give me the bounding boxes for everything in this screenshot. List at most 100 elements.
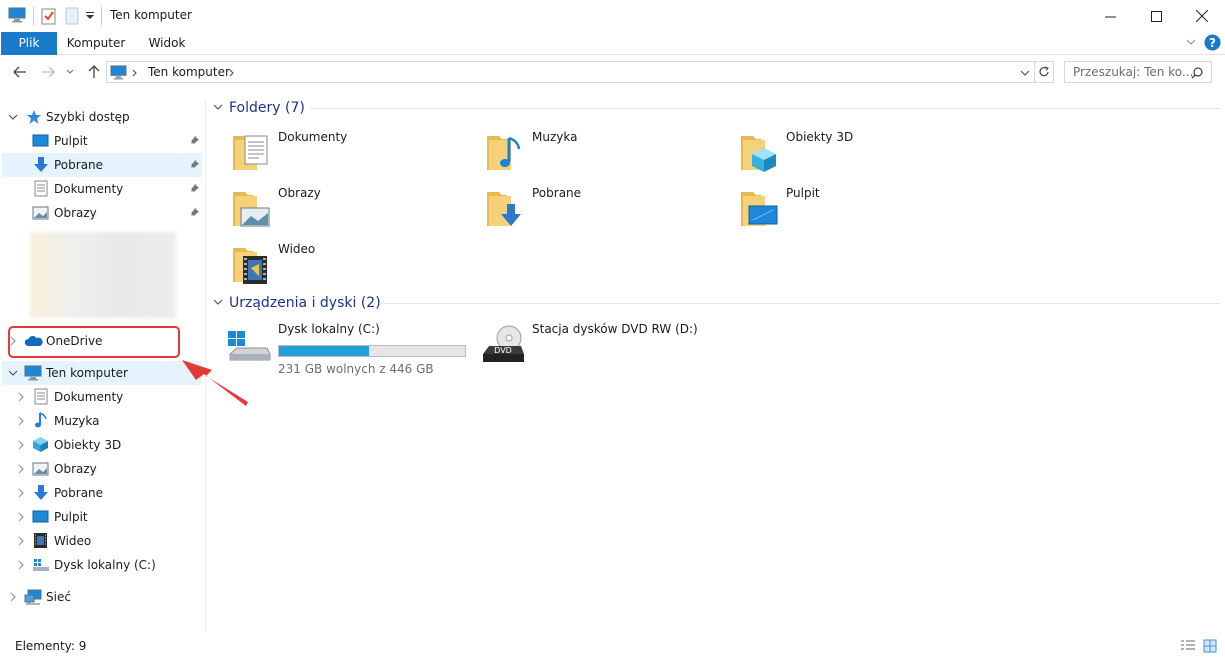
picture-icon: [32, 206, 49, 220]
windows-drive-icon: [228, 331, 271, 361]
navigation-bar: Ten komputer Przeszukaj: Ten ko...: [0, 59, 1225, 85]
drive-usage-fill: [279, 346, 369, 356]
chevron-down-icon[interactable]: [213, 104, 223, 112]
chevron-right-icon[interactable]: [16, 464, 26, 474]
star-icon: [27, 110, 41, 124]
address-bar[interactable]: Ten komputer: [106, 61, 1035, 83]
download-icon: [34, 485, 48, 500]
folder-3d-objects[interactable]: Obiekty 3D: [715, 126, 965, 176]
status-bar: Elementy: 9: [0, 632, 1225, 658]
tab-file[interactable]: Plik: [1, 32, 57, 55]
sidebar-item-label: Ten komputer: [46, 366, 128, 380]
address-path[interactable]: Ten komputer: [148, 65, 230, 79]
sidebar-item-this-pc[interactable]: Ten komputer: [2, 361, 202, 385]
folder-documents[interactable]: Dokumenty: [207, 126, 457, 176]
chevron-down-icon[interactable]: [8, 112, 18, 122]
up-arrow-icon: [88, 65, 100, 78]
pin-icon[interactable]: [190, 159, 200, 169]
chevron-right-icon[interactable]: [229, 69, 235, 77]
sidebar-item-documents[interactable]: Dokumenty: [2, 177, 202, 201]
chevron-down-icon: [66, 69, 74, 74]
sidebar-item-pc-desktop[interactable]: Pulpit: [2, 505, 202, 529]
folder-desktop[interactable]: Pulpit: [715, 182, 965, 232]
refresh-button[interactable]: [1034, 61, 1054, 83]
chevron-right-icon[interactable]: [16, 440, 26, 450]
refresh-icon: [1038, 66, 1049, 77]
new-folder-icon[interactable]: [65, 7, 79, 25]
sidebar-item-pc-music[interactable]: Muzyka: [2, 409, 202, 433]
maximize-button[interactable]: [1133, 0, 1179, 32]
section-divider: [310, 108, 1220, 109]
up-button[interactable]: [84, 62, 104, 82]
section-devices[interactable]: Urządzenia i dyski (2): [213, 293, 381, 313]
chevron-right-icon[interactable]: [16, 536, 26, 546]
section-folders[interactable]: Foldery (7): [213, 98, 305, 118]
back-arrow-icon: [13, 66, 26, 78]
chevron-right-icon[interactable]: [132, 69, 138, 77]
tab-computer[interactable]: Komputer: [60, 32, 132, 55]
sidebar-item-label: Szybki dostęp: [46, 110, 130, 124]
sidebar-item-label: Pulpit: [54, 134, 88, 148]
chevron-right-icon[interactable]: [16, 392, 26, 402]
details-view-icon[interactable]: [1180, 640, 1196, 652]
recent-locations-button[interactable]: [63, 62, 77, 82]
chevron-right-icon[interactable]: [16, 512, 26, 522]
document-icon: [34, 180, 48, 197]
pin-icon[interactable]: [190, 183, 200, 193]
network-icon: [24, 589, 42, 605]
computer-icon[interactable]: [8, 7, 26, 23]
sidebar-item-pc-pictures[interactable]: Obrazy: [2, 457, 202, 481]
chevron-down-icon[interactable]: [8, 368, 18, 378]
drive-dvd-d[interactable]: DVD Stacja dysków DVD RW (D:): [479, 322, 699, 372]
drive-local-c[interactable]: Dysk lokalny (C:) 231 GB wolnych z 446 G…: [207, 322, 477, 376]
sidebar-item-pc-documents[interactable]: Dokumenty: [2, 385, 202, 409]
divider: [101, 7, 102, 25]
minimize-button[interactable]: [1087, 0, 1133, 32]
drive-free-space: 231 GB wolnych z 446 GB: [278, 362, 434, 376]
sidebar-item-pc-local-disk[interactable]: Dysk lokalny (C:): [2, 553, 202, 577]
pin-icon[interactable]: [190, 135, 200, 145]
sidebar-item-desktop[interactable]: Pulpit: [2, 129, 202, 153]
search-icon[interactable]: [1191, 67, 1203, 79]
ribbon-tabs: Plik Komputer Widok ?: [0, 32, 1225, 55]
folder-music[interactable]: Muzyka: [461, 126, 711, 176]
folder-video[interactable]: Wideo: [207, 238, 457, 288]
download-icon: [34, 157, 48, 172]
sidebar-item-network[interactable]: Sieć: [2, 585, 202, 609]
sidebar-item-pc-video[interactable]: Wideo: [2, 529, 202, 553]
address-history-icon[interactable]: [1020, 70, 1030, 76]
section-title: Foldery (7): [229, 100, 305, 116]
chevron-right-icon[interactable]: [16, 488, 26, 498]
customize-toolbar-icon[interactable]: [85, 12, 95, 20]
sidebar-item-quick-access[interactable]: Szybki dostęp: [2, 105, 202, 129]
pin-icon[interactable]: [190, 207, 200, 217]
forward-button[interactable]: [38, 62, 58, 82]
sidebar-item-downloads[interactable]: Pobrane: [2, 153, 202, 177]
help-icon[interactable]: ?: [1204, 34, 1221, 51]
expand-ribbon-icon[interactable]: [1186, 39, 1196, 46]
chevron-right-icon[interactable]: [16, 416, 26, 426]
chevron-right-icon[interactable]: [16, 560, 26, 570]
search-box[interactable]: Przeszukaj: Ten ko...: [1064, 61, 1212, 83]
dvd-label: DVD: [494, 346, 512, 355]
close-button[interactable]: [1179, 0, 1225, 32]
content-pane: Foldery (7) Dokumenty Muzyka Obiekty 3D …: [207, 90, 1225, 630]
music-folder-icon: [487, 136, 521, 170]
folder-pictures[interactable]: Obrazy: [207, 182, 457, 232]
properties-icon[interactable]: [41, 7, 57, 25]
cube-folder-icon: [741, 136, 776, 172]
chevron-right-icon[interactable]: [8, 592, 18, 602]
sidebar-item-pc-3d-objects[interactable]: Obiekty 3D: [2, 433, 202, 457]
sidebar-item-label: Pulpit: [54, 510, 88, 524]
back-button[interactable]: [10, 62, 30, 82]
video-folder-icon: [233, 248, 267, 284]
sidebar-item-label: Muzyka: [54, 414, 100, 428]
drive-icon: [33, 559, 49, 571]
tab-view[interactable]: Widok: [136, 32, 198, 55]
sidebar-item-pictures[interactable]: Obrazy: [2, 201, 202, 225]
chevron-down-icon[interactable]: [213, 299, 223, 307]
large-icons-view-icon[interactable]: [1203, 639, 1217, 653]
sidebar-item-pc-downloads[interactable]: Pobrane: [2, 481, 202, 505]
search-placeholder[interactable]: Przeszukaj: Ten ko...: [1073, 65, 1193, 79]
folder-downloads[interactable]: Pobrane: [461, 182, 711, 232]
